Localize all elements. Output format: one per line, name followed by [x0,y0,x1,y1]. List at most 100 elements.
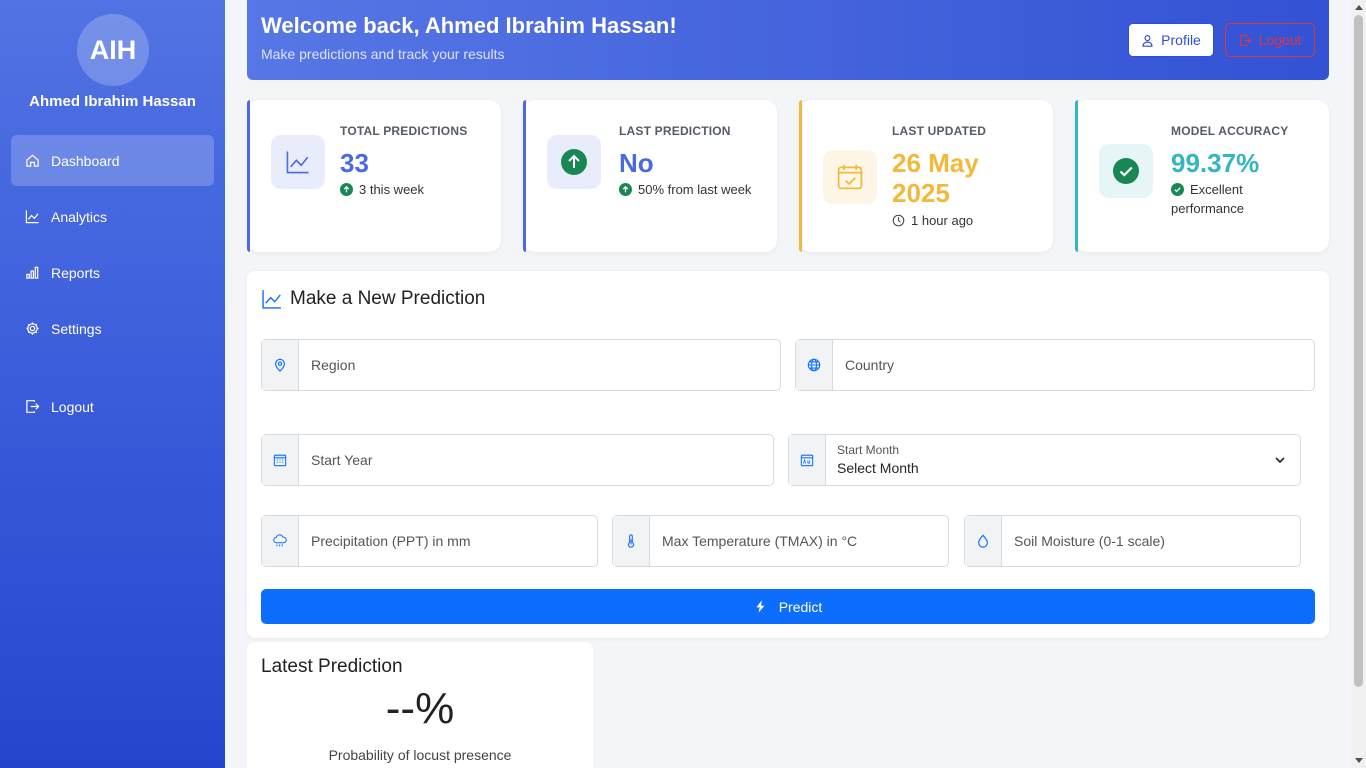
sidebar-item-label: Dashboard [51,152,120,169]
card-accent-bar [523,100,526,252]
precipitation-input[interactable] [299,516,597,566]
stat-card-last-prediction: LAST PREDICTION No 50% from last week [523,100,777,252]
stat-sub: 1 hour ago [892,211,973,230]
sidebar-item-analytics[interactable]: Analytics [11,191,214,242]
check-circle-icon [1113,158,1139,184]
sidebar-item-label: Reports [51,264,101,281]
country-input[interactable] [833,340,1314,390]
card-accent-bar [799,100,802,252]
stat-value: 99.37% [1171,148,1260,178]
panel-title: Make a New Prediction [261,288,485,310]
calendar-month-icon [800,454,814,467]
logout-icon [26,400,40,413]
panel-title-text: Make a New Prediction [290,288,486,309]
bar-chart-icon [26,266,39,279]
sidebar-item-logout[interactable]: Logout [11,381,214,432]
sidebar-item-settings[interactable]: Settings [11,303,214,354]
predict-button[interactable]: Predict [261,589,1315,624]
thermometer-icon [627,534,635,548]
stat-card-last-updated: LAST UPDATED 26 May 2025 1 hour ago [799,100,1053,252]
predict-button-label: Predict [778,598,823,615]
line-chart-icon [262,290,281,309]
lightning-icon [756,600,765,613]
stat-card-model-accuracy: MODEL ACCURACY 99.37% Excellent performa… [1075,100,1329,252]
sidebar-item-dashboard[interactable]: Dashboard [11,135,214,186]
welcome-header: Welcome back, Ahmed Ibrahim Hassan! Make… [247,0,1329,80]
prediction-form-panel: Make a New Prediction Start Month Select… [247,271,1329,638]
stat-sub: 50% from last week [619,180,751,199]
field-addon [262,516,299,566]
field-addon [262,435,299,485]
card-accent-bar [1075,100,1078,252]
start-year-input[interactable] [299,435,773,485]
field-addon [796,340,833,390]
stat-value: No [619,148,654,178]
sidebar-item-label: Settings [51,320,102,337]
field-addon [262,340,299,390]
line-chart-icon [286,151,309,174]
scroll-down-arrow[interactable] [1351,753,1366,768]
check-circle-icon [1171,183,1184,196]
stat-value: 33 [340,148,369,178]
region-input[interactable] [299,340,780,390]
start-month-value: Select Month [837,460,919,476]
stat-sub-line2: performance [1171,201,1244,216]
profile-button[interactable]: Profile [1128,23,1214,57]
globe-icon [807,358,821,372]
precipitation-field [261,515,598,567]
chevron-down-icon [1275,457,1285,464]
max-temperature-input[interactable] [650,516,948,566]
stat-card-total-predictions: TOTAL PREDICTIONS 33 3 this week [247,100,501,252]
stat-sub-text: 50% from last week [638,182,752,197]
field-addon [965,516,1002,566]
avatar: AIH [77,14,149,86]
logout-icon [1239,34,1252,46]
stat-icon-box [823,150,877,204]
stat-sub: 3 this week [340,180,424,199]
sidebar-item-label: Analytics [51,208,108,225]
stat-label: MODEL ACCURACY [1171,124,1289,138]
latest-prediction-value: --% [385,684,455,733]
max-temperature-field [612,515,949,567]
page-scrollbar[interactable] [1351,0,1366,768]
sidebar-item-label: Logout [51,398,94,415]
country-field [795,339,1315,391]
stat-sub-text: 1 hour ago [911,213,974,228]
stat-value-line2: 2025 [892,178,950,208]
sidebar-item-reports[interactable]: Reports [11,247,214,298]
scroll-up-arrow[interactable] [1351,0,1366,15]
logout-button[interactable]: Logout [1225,23,1315,57]
map-pin-icon [275,358,285,372]
stat-sub-text: Excellent [1190,182,1243,197]
page-subtitle: Make predictions and track your results [261,46,505,62]
line-chart-icon [25,210,39,224]
stat-icon-box [1099,144,1153,198]
stat-label: LAST UPDATED [892,124,987,138]
calendar-check-icon [837,164,863,190]
logout-button-label: Logout [1258,32,1302,48]
latest-prediction-caption: Probability of locust presence [328,747,512,763]
stat-label: LAST PREDICTION [619,124,731,138]
stat-icon-box [271,135,325,189]
start-month-field[interactable]: Start Month Select Month [788,434,1301,486]
arrow-up-circle-icon [340,183,353,196]
sidebar-user-name: Ahmed Ibrahim Hassan [29,93,196,110]
droplet-icon [978,534,988,548]
region-field [261,339,781,391]
start-month-select[interactable]: Start Month Select Month [826,435,1300,485]
arrow-up-circle-icon [561,149,587,175]
stat-label: TOTAL PREDICTIONS [340,124,468,138]
start-year-field [261,434,774,486]
page-title: Welcome back, Ahmed Ibrahim Hassan! [261,13,677,38]
soil-moisture-field [964,515,1301,567]
home-icon [26,154,39,167]
scroll-thumb[interactable] [1354,15,1363,687]
start-month-label: Start Month [837,443,900,457]
field-addon [613,516,650,566]
field-addon [789,435,826,485]
stat-sub-text: 3 this week [359,182,425,197]
stat-sub: Excellent [1171,180,1243,199]
latest-prediction-title: Latest Prediction [261,656,403,677]
card-accent-bar [247,100,250,252]
soil-moisture-input[interactable] [1002,516,1300,566]
